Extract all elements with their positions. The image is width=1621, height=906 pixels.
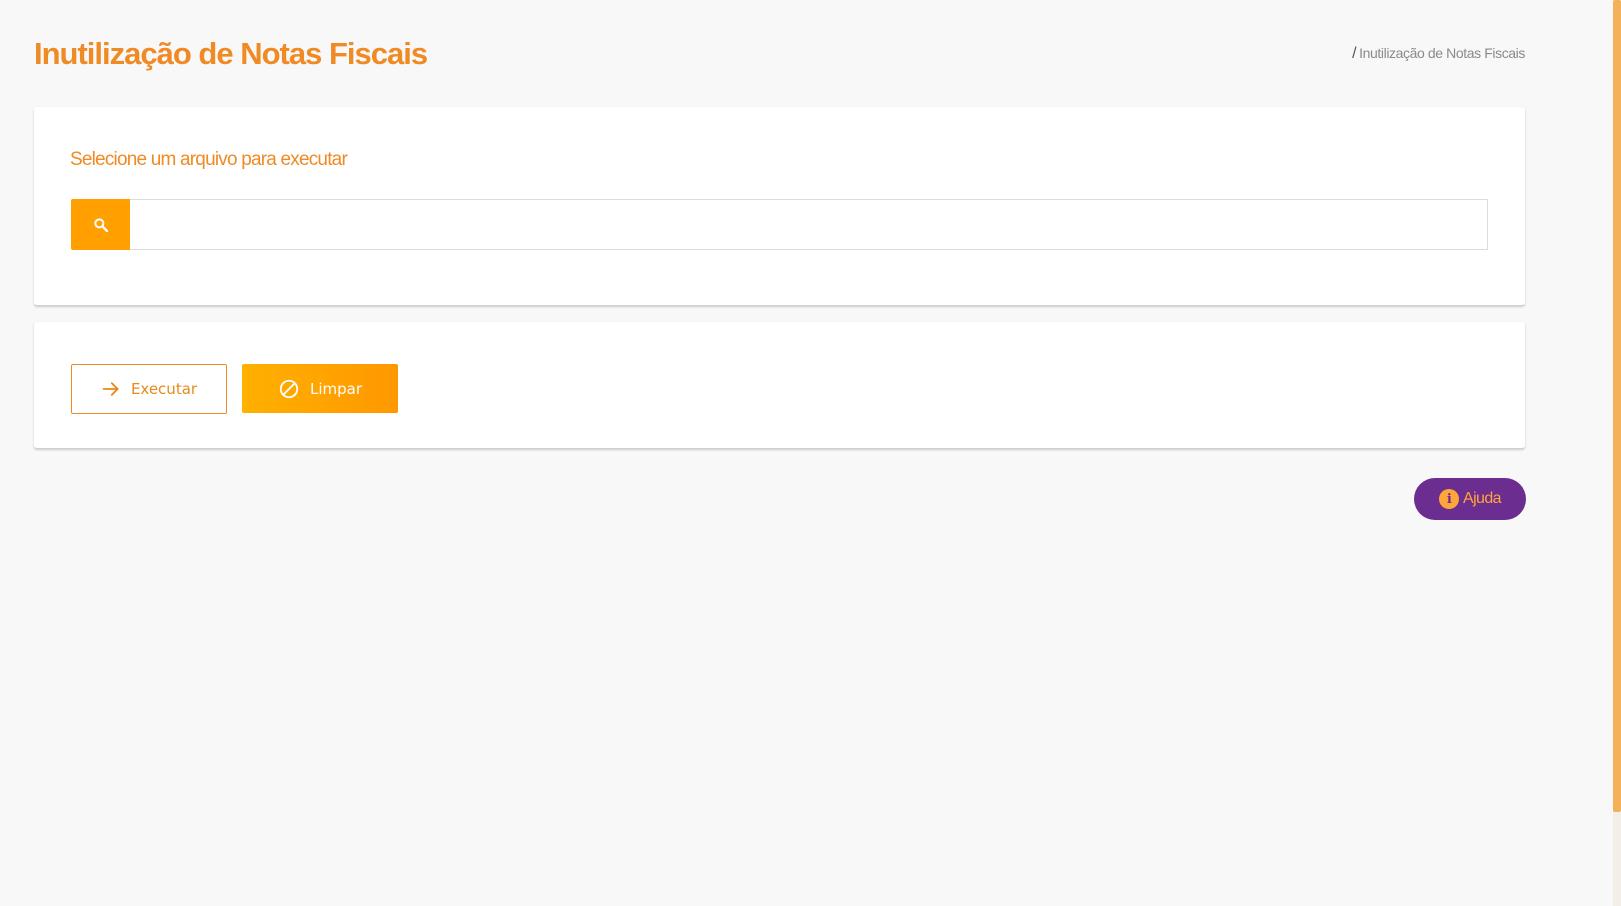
limpar-label: Limpar <box>309 379 363 398</box>
search-icon <box>93 217 108 232</box>
scrollbar-thumb[interactable] <box>1613 0 1621 812</box>
file-select-card: Selecione um arquivo para executar <box>34 107 1525 306</box>
executar-button[interactable]: Executar <box>71 364 227 414</box>
executar-label: Executar <box>130 380 198 398</box>
block-icon <box>279 379 299 398</box>
actions-card: Executar Limpar <box>34 322 1525 449</box>
page: Inutilização de Notas Fiscais / Inutiliza… <box>0 0 1621 906</box>
info-icon: i <box>1439 489 1460 509</box>
breadcrumb-separator: / <box>1352 45 1357 62</box>
scrollbar-track[interactable] <box>1613 0 1621 906</box>
limpar-button[interactable]: Limpar <box>242 364 398 413</box>
breadcrumb-current[interactable]: Inutilização de Notas Fiscais <box>1359 45 1525 61</box>
file-path-input[interactable] <box>130 199 1488 250</box>
help-button[interactable]: i Ajuda <box>1414 478 1526 520</box>
breadcrumb: / Inutilização de Notas Fiscais <box>1352 45 1525 63</box>
file-select-subtitle: Selecione um arquivo para executar <box>70 149 348 170</box>
help-label: Ajuda <box>1463 490 1502 507</box>
page-title: Inutilização de Notas Fiscais <box>34 36 428 71</box>
file-search-button[interactable] <box>71 199 130 250</box>
arrow-right-icon <box>102 382 119 396</box>
